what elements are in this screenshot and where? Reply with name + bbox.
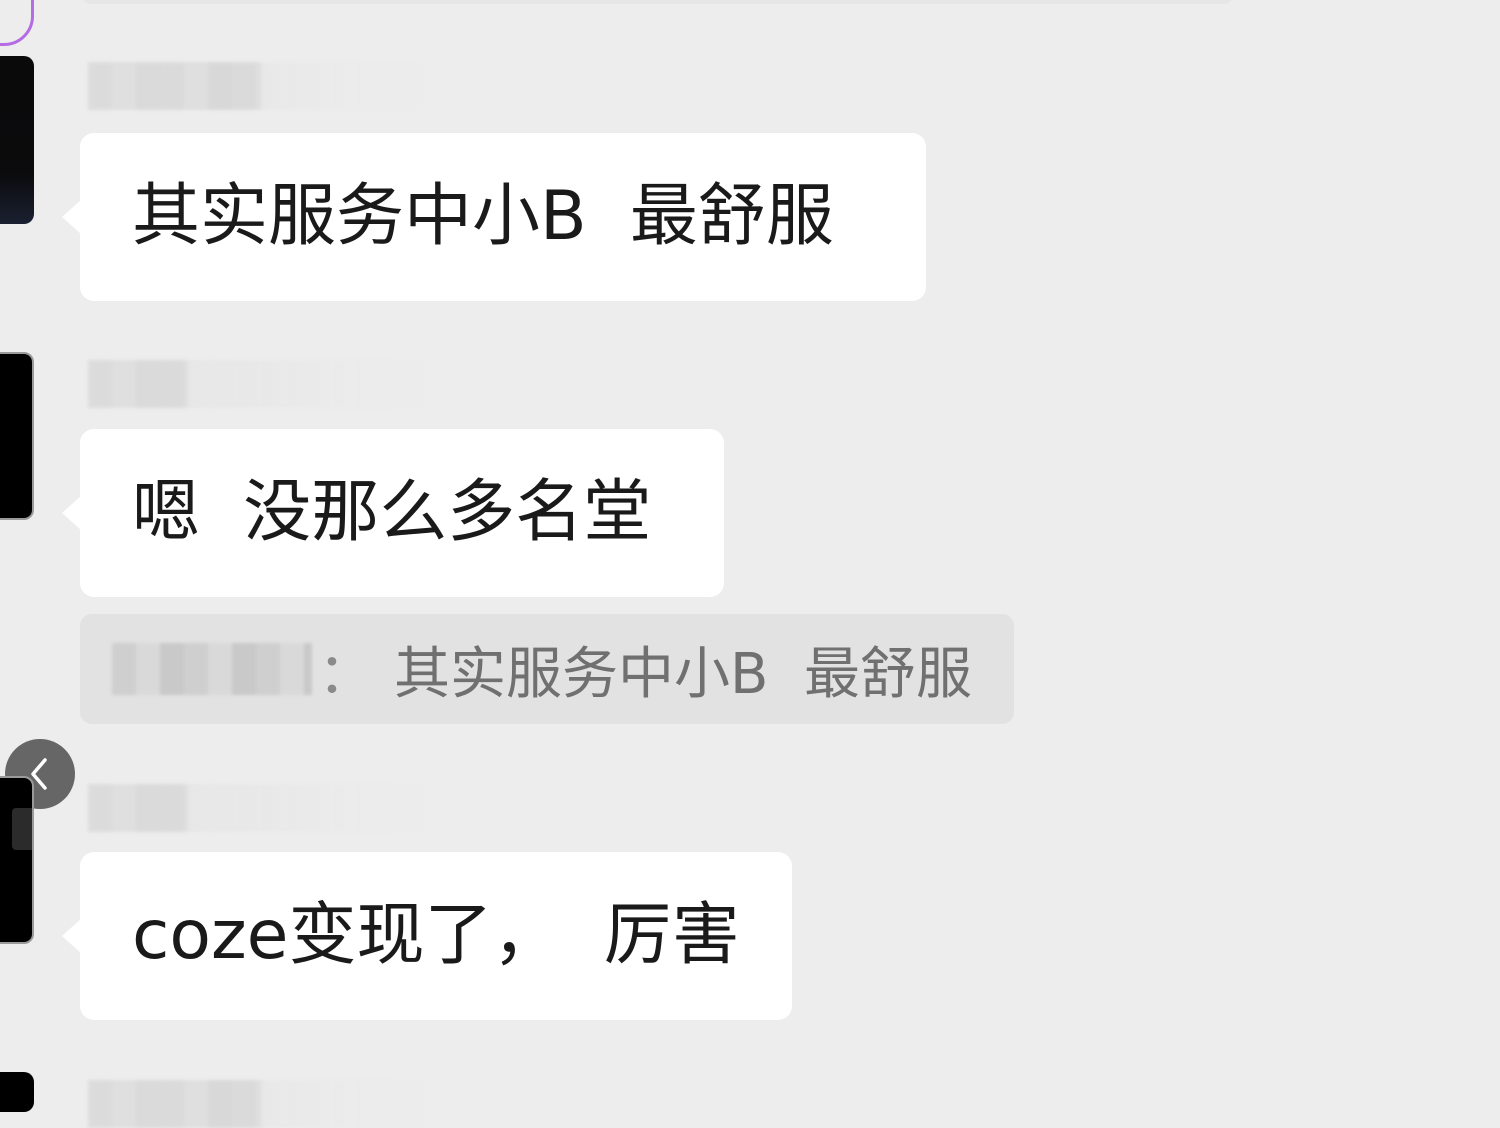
- avatar[interactable]: [0, 56, 34, 224]
- message-bubble[interactable]: coze变现了， 厉害: [62, 852, 792, 1020]
- avatar[interactable]: [0, 776, 34, 944]
- quoted-text: 其实服务中小B 最舒服: [394, 641, 973, 707]
- previous-message-bubble[interactable]: [80, 0, 1235, 4]
- message-text: 嗯 没那么多名堂: [132, 473, 652, 552]
- avatar[interactable]: [0, 352, 34, 520]
- sender-name-blurred: [88, 62, 428, 110]
- avatar[interactable]: [0, 1072, 34, 1112]
- previous-avatar[interactable]: [0, 0, 34, 46]
- quote-separator: ：: [318, 641, 374, 707]
- sender-name-blurred: [88, 360, 428, 408]
- chat-area: 其实服务中小B 最舒服 嗯 没那么多名堂 ： 其实服务中小B 最舒服 coze变…: [0, 0, 1500, 1128]
- message-bubble[interactable]: 嗯 没那么多名堂: [62, 429, 724, 597]
- sender-name-blurred: [88, 784, 428, 832]
- message-text: 其实服务中小B 最舒服: [132, 177, 834, 256]
- avatar-shape: [12, 808, 32, 850]
- message-bubble[interactable]: 其实服务中小B 最舒服: [62, 133, 926, 301]
- sender-name-blurred: [88, 1080, 428, 1128]
- message-text: coze变现了， 厉害: [132, 896, 740, 975]
- quoted-sender-name-blurred: [112, 643, 312, 695]
- quoted-message[interactable]: ： 其实服务中小B 最舒服: [80, 614, 1014, 724]
